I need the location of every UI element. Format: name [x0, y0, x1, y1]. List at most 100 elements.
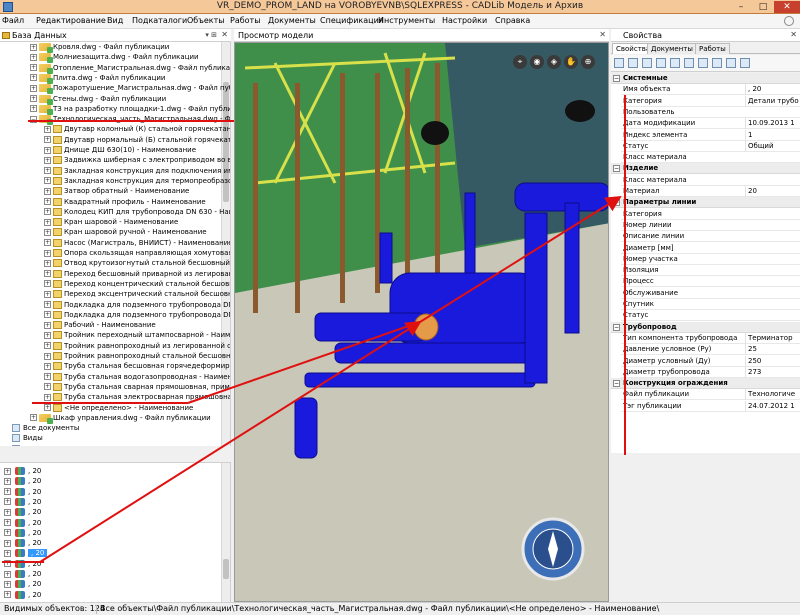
- tree-child-item[interactable]: + Труба стальная бесшовная горячедеформир…: [44, 361, 230, 371]
- menu-item[interactable]: Инструменты: [378, 16, 435, 25]
- tree-root-item[interactable]: Виды: [12, 433, 43, 443]
- property-row[interactable]: Класс материала: [621, 175, 800, 186]
- list-scrollbar[interactable]: [221, 463, 230, 602]
- properties-tab[interactable]: Документы: [647, 43, 697, 54]
- tree-child-item[interactable]: + Колодец КИП для трубопровода DN 630 - Н…: [44, 207, 230, 217]
- property-category[interactable]: − Системные: [611, 73, 800, 84]
- expand-toggle-icon[interactable]: +: [30, 105, 37, 113]
- expand-toggle-icon[interactable]: +: [44, 404, 51, 411]
- settings-icon[interactable]: [726, 58, 736, 68]
- list-item[interactable]: + , 20: [4, 559, 41, 569]
- expand-toggle-icon[interactable]: +: [44, 301, 51, 308]
- list-item[interactable]: + , 20: [4, 518, 41, 528]
- expand-toggle-icon[interactable]: +: [44, 177, 51, 185]
- property-value[interactable]: 20: [745, 186, 800, 197]
- expand-toggle-icon[interactable]: +: [44, 373, 51, 381]
- property-row[interactable]: Категория Детали трубо: [621, 95, 800, 107]
- list-item[interactable]: + , 20: [4, 476, 41, 486]
- tree-item[interactable]: + Молниезащита.dwg - Файл публикации: [30, 52, 199, 64]
- property-row[interactable]: Индекс элемента 1: [621, 129, 800, 141]
- property-value[interactable]: , 20: [745, 84, 800, 96]
- expand-toggle-icon[interactable]: +: [44, 249, 51, 257]
- property-value[interactable]: Терминатор: [745, 332, 800, 344]
- menu-item[interactable]: Настройки: [442, 16, 487, 25]
- property-row[interactable]: Давление условное (Ру) 25: [621, 344, 800, 356]
- property-row[interactable]: Спутник: [621, 299, 800, 310]
- tree-root-item[interactable]: Заметки: [12, 444, 54, 446]
- property-row[interactable]: Диаметр [мм]: [621, 243, 800, 254]
- tree-child-item[interactable]: + Труба стальная электросварная прямошовн…: [44, 392, 230, 402]
- property-row[interactable]: Номер участка: [621, 254, 800, 265]
- collapse-toggle-icon[interactable]: −: [613, 75, 620, 82]
- tree-root-item[interactable]: Все документы: [12, 423, 79, 433]
- list-item[interactable]: + , 20: [4, 538, 41, 548]
- tree-child-item[interactable]: + Закладная конструкция для термопреобраз…: [44, 176, 230, 186]
- list-item[interactable]: + , 20: [4, 579, 41, 589]
- collapse-toggle-icon[interactable]: −: [613, 323, 620, 331]
- export-icon[interactable]: [740, 58, 750, 68]
- property-row[interactable]: Диаметр трубопровода 273: [621, 366, 800, 378]
- tree-child-item[interactable]: + Рабочий - Наименование: [44, 320, 156, 330]
- collapse-toggle-icon[interactable]: −: [613, 199, 620, 207]
- property-value[interactable]: Общий: [745, 140, 800, 152]
- menu-item[interactable]: Справка: [495, 16, 530, 25]
- expand-toggle-icon[interactable]: +: [4, 549, 11, 557]
- property-row[interactable]: Пользователь: [621, 107, 800, 118]
- expand-toggle-icon[interactable]: +: [4, 539, 11, 547]
- expand-toggle-icon[interactable]: +: [44, 290, 51, 298]
- tree-child-item[interactable]: + Днище ДШ 630(10) - Наименование: [44, 145, 196, 155]
- expand-toggle-icon[interactable]: +: [44, 270, 51, 278]
- property-row[interactable]: Тэг публикации 24.07.2012 1: [621, 400, 800, 412]
- alpha-icon[interactable]: [642, 58, 652, 68]
- property-category[interactable]: − Параметры линии: [611, 197, 800, 209]
- tree-item[interactable]: + ТЗ на разработку площадки-1.dwg - Файл …: [30, 104, 230, 115]
- expand-toggle-icon[interactable]: +: [44, 393, 51, 401]
- menu-item[interactable]: Объекты: [187, 16, 225, 25]
- expand-toggle-icon[interactable]: +: [4, 570, 11, 578]
- expand-toggle-icon[interactable]: −: [30, 115, 37, 123]
- property-row[interactable]: Статус: [621, 310, 800, 322]
- property-row[interactable]: Имя объекта , 20: [621, 84, 800, 96]
- list-item[interactable]: + , 20: [4, 569, 41, 579]
- property-value[interactable]: 250: [745, 355, 800, 367]
- expand-toggle-icon[interactable]: +: [4, 467, 11, 475]
- property-value[interactable]: 273: [745, 366, 800, 378]
- viewport-tool-icon[interactable]: ⌖: [513, 55, 527, 69]
- tree-child-item[interactable]: + Переход концентрический стальной бесшов…: [44, 279, 230, 289]
- tree-item[interactable]: − Технологическая_часть_Магистральная.dwg…: [30, 114, 230, 126]
- refresh-icon[interactable]: [670, 58, 680, 68]
- expand-toggle-icon[interactable]: +: [44, 239, 51, 247]
- expand-toggle-icon[interactable]: +: [30, 74, 37, 82]
- property-value[interactable]: Детали трубо: [745, 95, 800, 107]
- property-row[interactable]: Описание линии: [621, 231, 800, 243]
- list-item[interactable]: + , 20: [4, 590, 41, 600]
- list-item[interactable]: + , 20: [4, 507, 41, 517]
- menu-item[interactable]: Файл: [2, 16, 24, 25]
- expand-toggle-icon[interactable]: +: [44, 208, 51, 216]
- property-row[interactable]: Класс материала: [621, 152, 800, 164]
- expand-toggle-icon[interactable]: +: [4, 488, 11, 496]
- expand-toggle-icon[interactable]: +: [44, 198, 51, 205]
- tree-child-item[interactable]: + Переход бесшовный приварной из легирова…: [44, 269, 230, 279]
- tree-child-item[interactable]: + Труба стальная сварная прямошовная, при…: [44, 382, 230, 392]
- property-value[interactable]: 24.07.2012 1: [745, 400, 800, 412]
- menu-item[interactable]: Редактирование: [36, 16, 106, 25]
- menu-item[interactable]: Спецификация: [320, 16, 384, 25]
- list-item[interactable]: + , 20: [4, 466, 41, 476]
- close-button[interactable]: ✕: [774, 1, 800, 13]
- edit-icon[interactable]: [684, 58, 694, 68]
- tree-child-item[interactable]: + Переход эксцентрический стальной бесшов…: [44, 289, 230, 299]
- list-item[interactable]: + , 20: [4, 487, 41, 497]
- expand-toggle-icon[interactable]: +: [30, 53, 37, 61]
- tree-child-item[interactable]: + Насос (Магистраль, ВНИИСТ) - Наименован…: [44, 238, 230, 248]
- expand-toggle-icon[interactable]: +: [30, 64, 37, 72]
- expand-toggle-icon[interactable]: +: [4, 477, 11, 485]
- list-scroll-thumb[interactable]: [223, 559, 229, 579]
- property-category[interactable]: − Конструкция ограждения: [611, 378, 800, 390]
- expand-toggle-icon[interactable]: +: [44, 228, 51, 236]
- expand-toggle-icon[interactable]: +: [4, 519, 11, 526]
- viewport-tool-icon[interactable]: ◈: [547, 55, 561, 69]
- tree-child-item[interactable]: + <Не определено> - Наименование: [44, 403, 193, 413]
- expand-toggle-icon[interactable]: +: [4, 498, 11, 506]
- property-row[interactable]: Обслуживание: [621, 288, 800, 299]
